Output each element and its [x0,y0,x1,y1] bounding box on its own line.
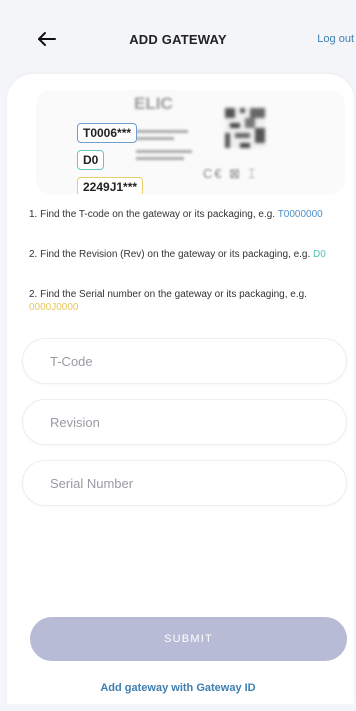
label-brand-text: ELIC [134,94,173,113]
main-card: ELIC C€ ⊠ ⌶ T0006*** D0 2249J1*** 1. Fin… [7,74,354,704]
header: ADD GATEWAY Log out [0,0,356,78]
serial-number-input[interactable] [23,461,346,505]
revision-tag: D0 [77,150,105,170]
revision-field[interactable] [22,399,347,445]
serial-example: 0000J0000 [29,302,79,313]
instruction-tcode: 1. Find the T-code on the gateway or its… [29,209,323,220]
serial-tag: 2249J1*** [77,177,144,194]
add-gateway-with-id-link[interactable]: Add gateway with Gateway ID [0,682,356,694]
tcode-field[interactable] [22,338,347,384]
page-title: ADD GATEWAY [129,32,227,47]
logout-link[interactable]: Log out [317,33,354,45]
serial-number-field[interactable] [22,460,347,506]
revision-input[interactable] [23,400,346,444]
instruction-serial: 2. Find the Serial number on the gateway… [29,289,307,313]
tcode-tag: T0006*** [77,123,138,143]
submit-button[interactable]: SUBMIT [30,617,347,661]
gateway-label-image: ELIC C€ ⊠ ⌶ T0006*** D0 2249J1*** [36,90,345,194]
label-fine-print [136,126,196,166]
certification-marks-icon: C€ ⊠ ⌶ [203,166,258,181]
revision-example: D0 [313,249,326,260]
instruction-revision: 2. Find the Revision (Rev) on the gatewa… [29,249,326,260]
tcode-input[interactable] [23,339,346,383]
qr-code-icon [225,108,265,148]
tcode-example: T0000000 [277,209,323,220]
